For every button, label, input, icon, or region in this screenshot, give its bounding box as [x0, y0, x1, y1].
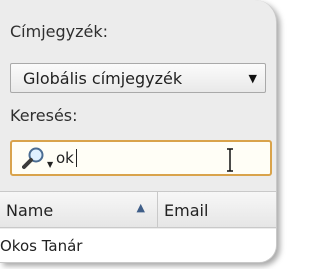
- search-text: ok: [56, 149, 74, 167]
- address-book-label: Címjegyzék:: [10, 22, 109, 41]
- address-book-select[interactable]: Globális címjegyzék ▼: [10, 63, 266, 93]
- table-body: Okos Tanár: [0, 229, 276, 262]
- table-row[interactable]: Okos Tanár: [0, 229, 276, 259]
- column-header-email[interactable]: Email: [158, 192, 276, 227]
- table-cell-name: Okos Tanár: [0, 237, 83, 255]
- column-header-email-label: Email: [164, 201, 209, 220]
- search-options-chevron-icon[interactable]: ▼: [47, 160, 53, 169]
- magnifier-icon[interactable]: [22, 146, 46, 170]
- column-header-name[interactable]: Name ▲: [0, 192, 158, 227]
- column-header-name-label: Name: [6, 201, 54, 220]
- search-label: Keresés:: [10, 106, 78, 125]
- text-caret: [76, 149, 77, 167]
- table-header: Name ▲ Email: [0, 191, 276, 228]
- dropdown-arrow-icon[interactable]: ▼: [249, 72, 257, 85]
- ibeam-cursor-icon: [227, 148, 233, 172]
- address-book-selected-value: Globális címjegyzék: [23, 69, 183, 88]
- sort-ascending-icon: ▲: [136, 201, 145, 214]
- address-book-panel: Címjegyzék: Globális címjegyzék ▼ Keresé…: [0, 0, 277, 263]
